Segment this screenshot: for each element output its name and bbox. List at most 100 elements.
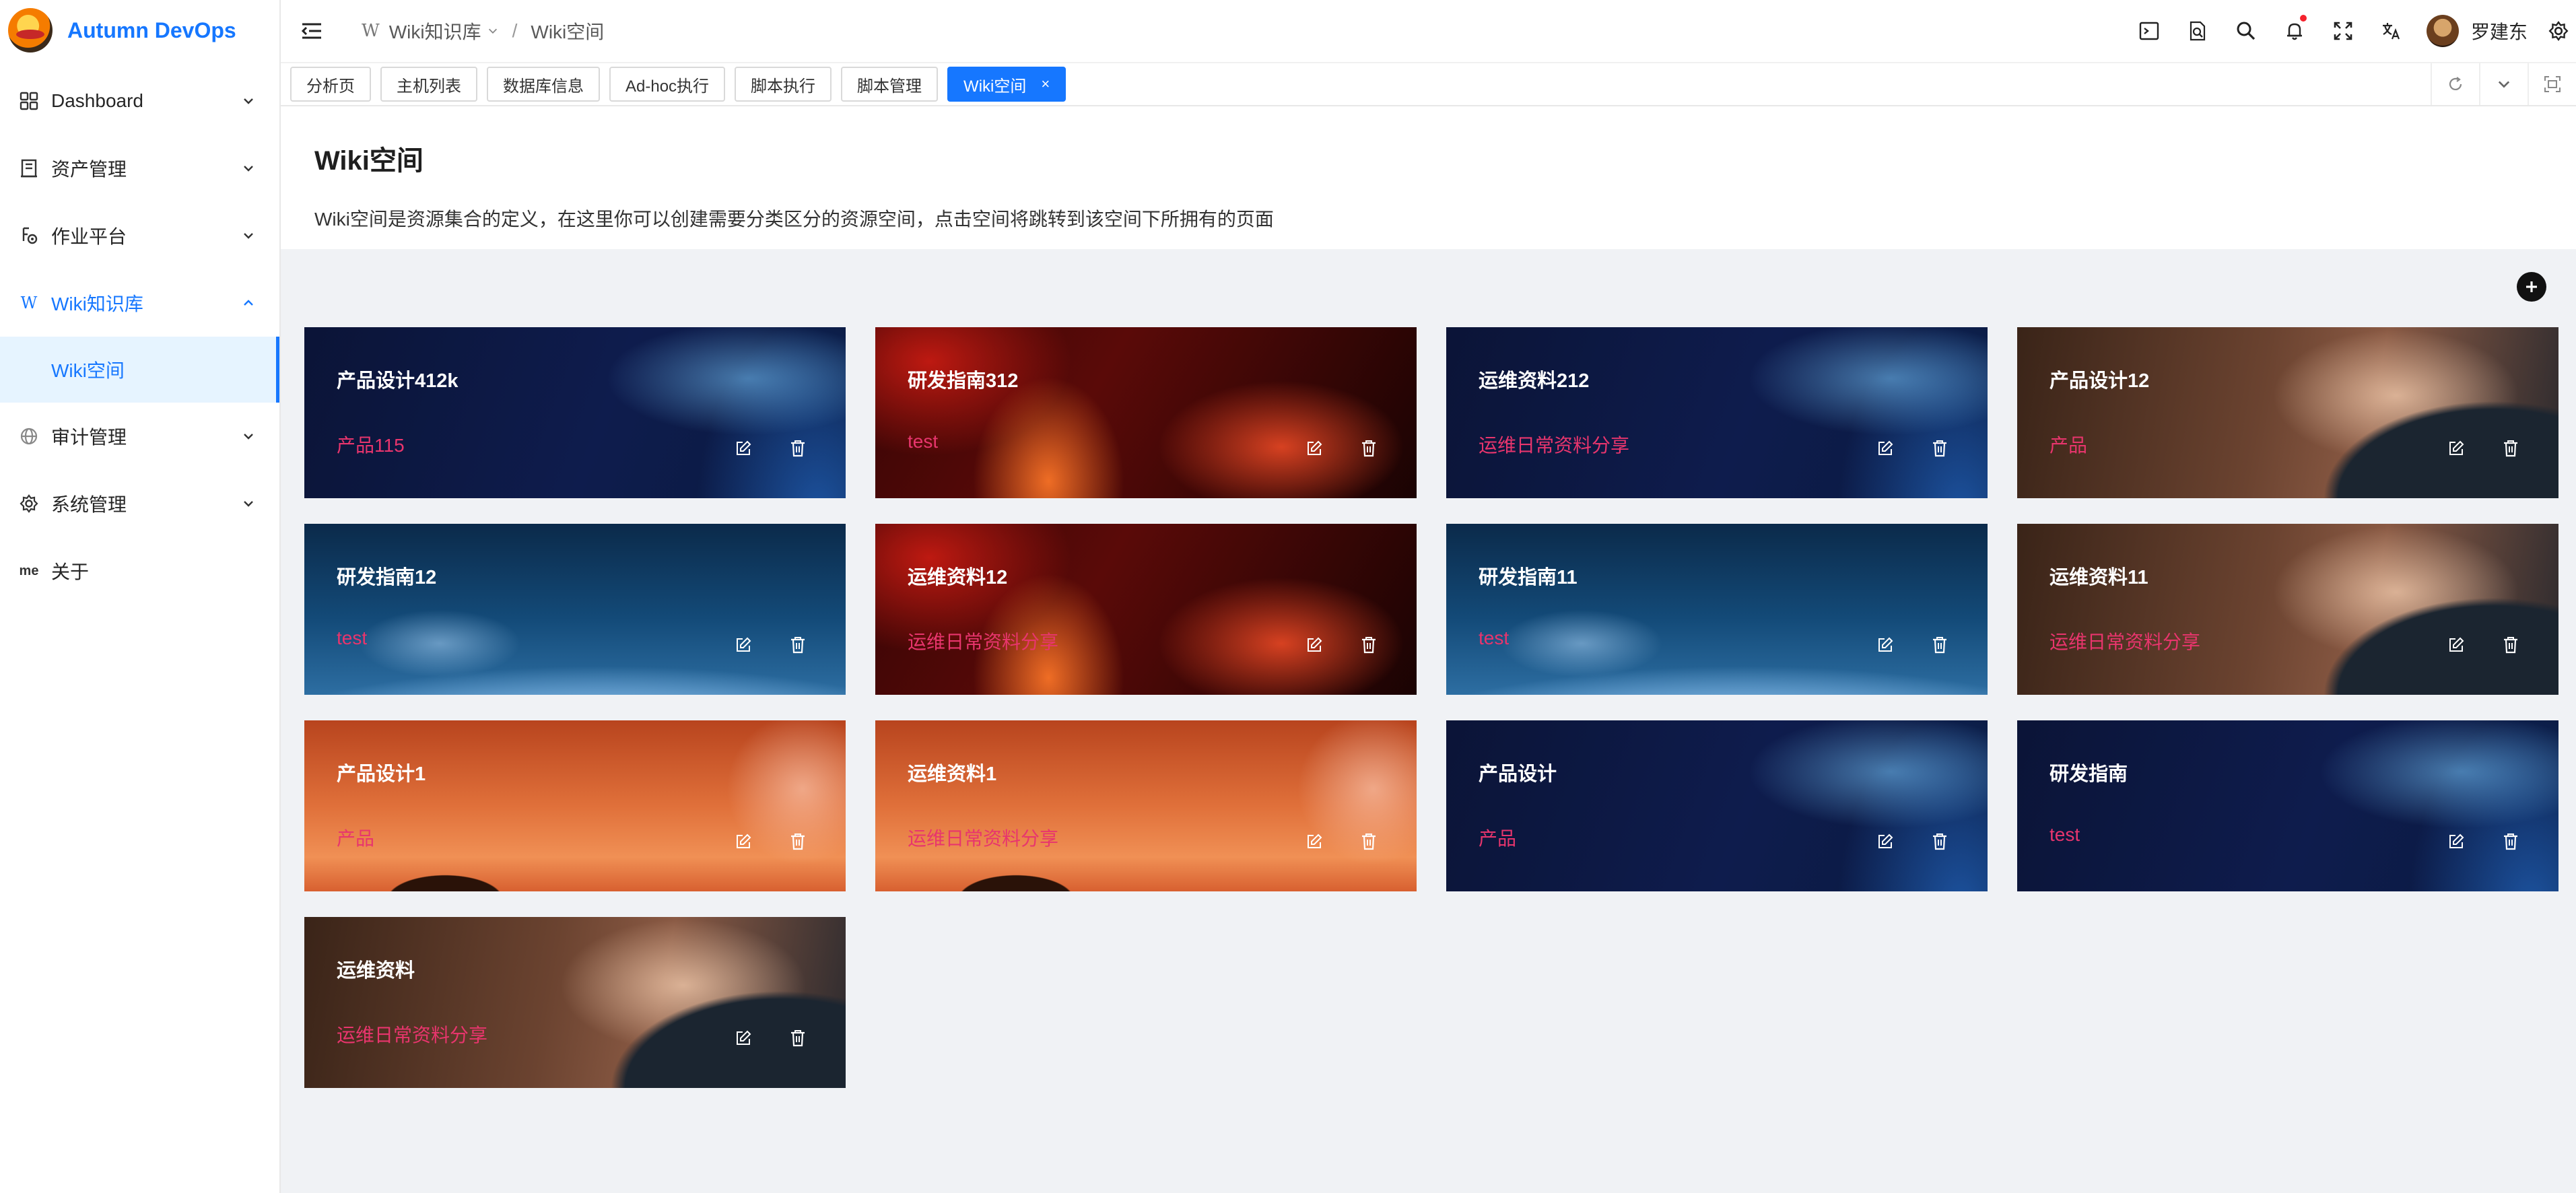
sidebar-item-system[interactable]: 系统管理 (0, 470, 279, 537)
space-card[interactable]: 运维资料1 运维日常资料分享 (875, 720, 1417, 891)
edit-icon[interactable] (1303, 438, 1325, 459)
chevron-down-icon[interactable] (2479, 63, 2528, 105)
edit-icon[interactable] (1874, 438, 1896, 459)
delete-icon[interactable] (787, 831, 809, 852)
tab-analysis[interactable]: 分析页 (290, 67, 371, 102)
space-card[interactable]: 产品设计412k 产品115 (304, 327, 846, 498)
sidebar-item-about[interactable]: me 关于 (0, 537, 279, 605)
gear-icon (19, 493, 39, 514)
delete-icon[interactable] (2500, 831, 2521, 852)
delete-icon[interactable] (787, 634, 809, 656)
space-description: 产品 (2049, 435, 2088, 456)
sidebar-item-label: 审计管理 (51, 427, 127, 448)
space-card[interactable]: 研发指南312 test (875, 327, 1417, 498)
breadcrumb-root[interactable]: Wiki知识库 (389, 18, 481, 44)
delete-icon[interactable] (2500, 634, 2521, 656)
maximize-icon[interactable] (2528, 63, 2576, 105)
edit-icon[interactable] (733, 1027, 754, 1049)
sidebar-item-dashboard[interactable]: Dashboard (0, 67, 279, 135)
space-description: 产品115 (337, 435, 405, 456)
delete-icon[interactable] (1929, 438, 1951, 459)
chevron-down-icon (240, 228, 257, 244)
space-title: 运维资料212 (1479, 370, 1590, 392)
delete-icon[interactable] (787, 438, 809, 459)
tab-script-manage[interactable]: 脚本管理 (841, 67, 939, 102)
menu-collapse-icon[interactable] (294, 13, 329, 48)
refresh-icon[interactable] (2431, 63, 2479, 105)
delete-icon[interactable] (1358, 831, 1380, 852)
search-icon[interactable] (2222, 7, 2270, 55)
edit-icon[interactable] (733, 438, 754, 459)
chevron-up-icon (240, 295, 257, 311)
tab-database[interactable]: 数据库信息 (487, 67, 600, 102)
edit-icon[interactable] (1874, 634, 1896, 656)
fullscreen-icon[interactable] (2319, 7, 2367, 55)
chevron-down-icon[interactable] (487, 25, 499, 37)
edit-icon[interactable] (1874, 831, 1896, 852)
sidebar-subitem-wiki-space[interactable]: Wiki空间 (0, 337, 279, 403)
delete-icon[interactable] (1358, 634, 1380, 656)
space-title: 运维资料12 (908, 567, 1008, 588)
edit-icon[interactable] (733, 634, 754, 656)
sidebar-subitem-label: Wiki空间 (51, 360, 125, 381)
space-title: 产品设计1 (337, 763, 426, 785)
chevron-down-icon (240, 160, 257, 176)
tab-wiki-space[interactable]: Wiki空间 × (947, 67, 1066, 102)
chevron-down-icon (240, 428, 257, 444)
space-description: 运维日常资料分享 (2049, 632, 2201, 652)
space-description: 产品 (337, 828, 375, 849)
space-card[interactable]: 运维资料 运维日常资料分享 (304, 917, 846, 1088)
delete-icon[interactable] (1929, 831, 1951, 852)
edit-icon[interactable] (1303, 634, 1325, 656)
space-card[interactable]: 研发指南12 test (304, 524, 846, 695)
space-card[interactable]: 运维资料12 运维日常资料分享 (875, 524, 1417, 695)
wiki-icon: W (20, 294, 38, 312)
space-card[interactable]: 研发指南 test (2017, 720, 2558, 891)
sidebar-menu: Dashboard 资产管理 作业平台 W Wiki知识库 Wiki空间 审计管… (0, 67, 279, 605)
space-title: 运维资料 (337, 960, 415, 982)
terminal-icon[interactable] (2125, 7, 2173, 55)
space-title: 研发指南12 (337, 567, 437, 588)
file-search-icon[interactable] (2173, 7, 2222, 55)
username[interactable]: 罗建东 (2471, 18, 2528, 44)
sidebar-item-label: 作业平台 (51, 226, 127, 247)
space-card[interactable]: 产品设计 产品 (1446, 720, 1988, 891)
space-title: 运维资料11 (2049, 567, 2148, 588)
tab-hosts[interactable]: 主机列表 (380, 67, 477, 102)
space-card[interactable]: 产品设计1 产品 (304, 720, 846, 891)
close-icon[interactable]: × (1041, 75, 1050, 93)
edit-icon[interactable] (733, 831, 754, 852)
page-header: Wiki空间 Wiki空间是资源集合的定义，在这里你可以创建需要分类区分的资源空… (281, 106, 2576, 249)
edit-icon[interactable] (1303, 831, 1325, 852)
edit-icon[interactable] (2445, 634, 2467, 656)
gear-icon[interactable] (2541, 7, 2576, 55)
sidebar-item-wiki[interactable]: W Wiki知识库 (0, 269, 279, 337)
tab-adhoc[interactable]: Ad-hoc执行 (609, 67, 726, 102)
tab-label: 主机列表 (397, 77, 461, 96)
edit-icon[interactable] (2445, 831, 2467, 852)
top-header: W Wiki知识库 / Wiki空间 罗建东 (281, 0, 2576, 62)
delete-icon[interactable] (2500, 438, 2521, 459)
breadcrumb-current: Wiki空间 (531, 22, 605, 42)
tab-script-exec[interactable]: 脚本执行 (735, 67, 832, 102)
sidebar-item-jobs[interactable]: 作业平台 (0, 202, 279, 269)
space-title: 产品设计 (1479, 763, 1557, 785)
delete-icon[interactable] (1929, 634, 1951, 656)
space-card[interactable]: 运维资料212 运维日常资料分享 (1446, 327, 1988, 498)
space-card[interactable]: 研发指南11 test (1446, 524, 1988, 695)
sidebar-item-audit[interactable]: 审计管理 (0, 403, 279, 470)
space-card[interactable]: 产品设计12 产品 (2017, 327, 2558, 498)
bell-icon[interactable] (2270, 7, 2319, 55)
translate-icon[interactable] (2367, 7, 2416, 55)
edit-icon[interactable] (2445, 438, 2467, 459)
header-actions: 罗建东 (2125, 0, 2576, 62)
sidebar-item-assets[interactable]: 资产管理 (0, 135, 279, 202)
brand[interactable]: Autumn DevOps (0, 0, 279, 61)
delete-icon[interactable] (787, 1027, 809, 1049)
space-card[interactable]: 运维资料11 运维日常资料分享 (2017, 524, 2558, 695)
delete-icon[interactable] (1358, 438, 1380, 459)
space-title: 产品设计412k (337, 370, 459, 392)
avatar[interactable] (2426, 15, 2459, 47)
sidebar-item-label: 资产管理 (51, 159, 127, 180)
add-space-button[interactable] (2517, 272, 2546, 302)
